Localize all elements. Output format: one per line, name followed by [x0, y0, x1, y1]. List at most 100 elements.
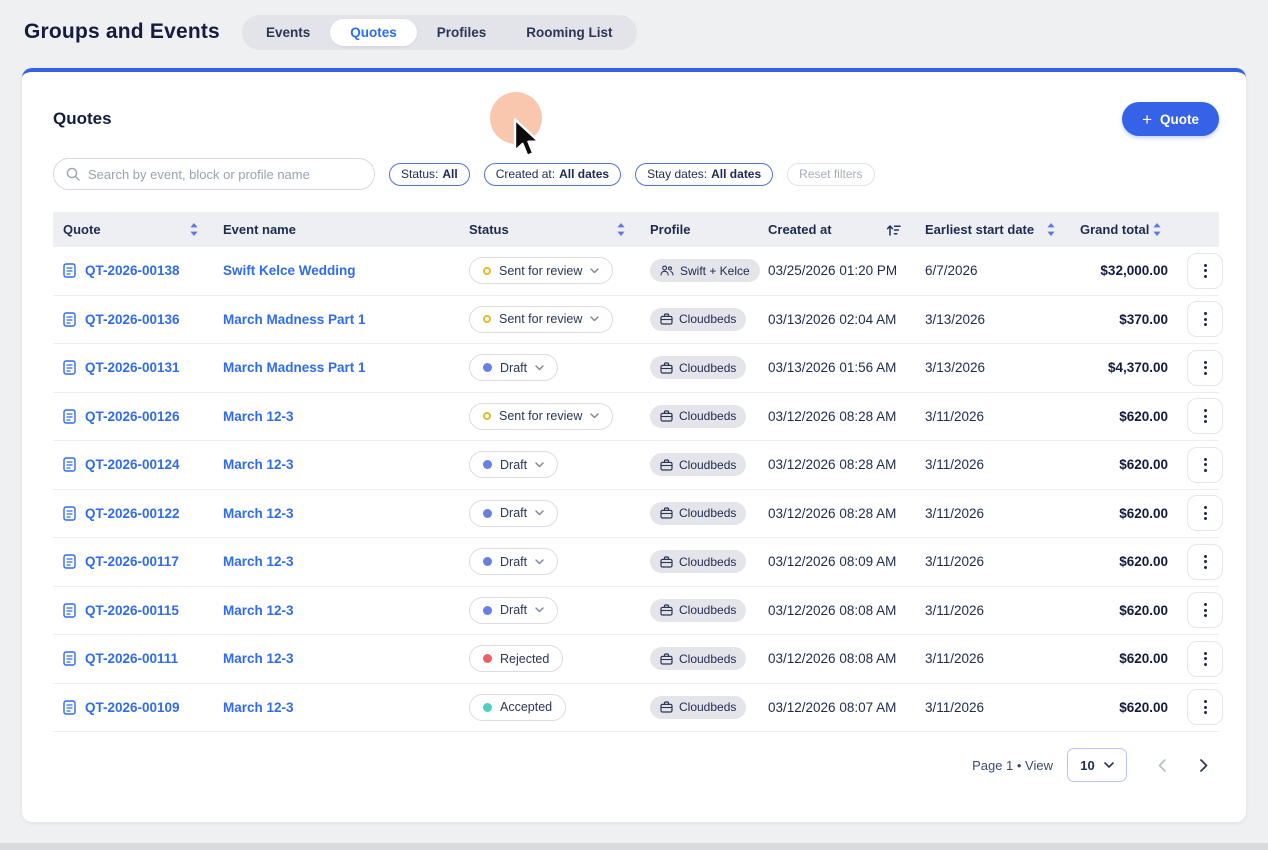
status-chevron-icon: [535, 365, 544, 371]
status-dot: [483, 460, 492, 469]
status-chevron-icon: [535, 462, 544, 468]
next-page-button[interactable]: [1189, 750, 1219, 780]
status-dropdown[interactable]: Draft: [469, 451, 558, 478]
quote-id-link[interactable]: QT-2026-00131: [85, 360, 180, 375]
status-label: Draft: [500, 361, 527, 375]
status-dropdown[interactable]: Accepted: [469, 694, 566, 721]
status-chevron-icon: [590, 413, 599, 419]
pagination-label: Page 1 • View: [972, 758, 1053, 773]
search-input[interactable]: [88, 167, 362, 182]
column-header-grand-total[interactable]: Grand total: [1070, 212, 1176, 247]
filter-chip-created-at[interactable]: Created at: All dates: [484, 163, 621, 186]
quote-document-icon: [63, 312, 76, 327]
created-at-value: 03/12/2026 08:08 AM: [758, 603, 915, 618]
kebab-menu-icon[interactable]: [1187, 544, 1223, 580]
quote-id-link[interactable]: QT-2026-00136: [85, 312, 180, 327]
column-header-actions: [1176, 212, 1223, 247]
event-name-link[interactable]: March 12-3: [223, 651, 294, 666]
column-header-event-name: Event name: [213, 212, 459, 247]
filter-chip-created-at-label: Created at:: [496, 167, 555, 181]
event-name-link[interactable]: Swift Kelce Wedding: [223, 263, 356, 278]
page-size-select[interactable]: 10: [1067, 748, 1127, 782]
quote-id-link[interactable]: QT-2026-00122: [85, 506, 180, 521]
status-label: Draft: [500, 603, 527, 617]
event-name-link[interactable]: March Madness Part 1: [223, 312, 366, 327]
earliest-start-date-value: 3/13/2026: [915, 360, 1070, 375]
created-at-value: 03/12/2026 08:28 AM: [758, 457, 915, 472]
created-at-value: 03/25/2026 01:20 PM: [758, 263, 915, 278]
briefcase-icon: [660, 313, 673, 325]
profile-badge: Cloudbeds: [650, 405, 746, 428]
top-bar: Groups and Events Events Quotes Profiles…: [0, 0, 1268, 64]
kebab-menu-icon[interactable]: [1187, 495, 1223, 531]
status-dropdown[interactable]: Sent for review: [469, 257, 613, 284]
status-label: Sent for review: [499, 264, 582, 278]
filter-chip-stay-dates[interactable]: Stay dates: All dates: [635, 163, 773, 186]
kebab-menu-icon[interactable]: [1187, 641, 1223, 677]
event-name-link[interactable]: March 12-3: [223, 457, 294, 472]
created-at-value: 03/12/2026 08:28 AM: [758, 506, 915, 521]
column-header-earliest-start-date[interactable]: Earliest start date: [915, 212, 1070, 247]
earliest-start-date-value: 3/11/2026: [915, 651, 1070, 666]
kebab-menu-icon[interactable]: [1187, 253, 1223, 289]
tab-quotes[interactable]: Quotes: [330, 19, 417, 46]
event-name-link[interactable]: March 12-3: [223, 554, 294, 569]
kebab-menu-icon[interactable]: [1187, 447, 1223, 483]
event-name-link[interactable]: March 12-3: [223, 409, 294, 424]
grand-total-value: $620.00: [1070, 603, 1176, 618]
status-dropdown[interactable]: Sent for review: [469, 403, 613, 430]
quote-id-link[interactable]: QT-2026-00138: [85, 263, 180, 278]
quote-id-link[interactable]: QT-2026-00117: [85, 554, 179, 569]
tab-rooming-list[interactable]: Rooming List: [506, 19, 632, 46]
people-icon: [660, 265, 674, 276]
status-dropdown[interactable]: Draft: [469, 354, 558, 381]
tab-profiles[interactable]: Profiles: [417, 19, 507, 46]
status-dropdown[interactable]: Rejected: [469, 645, 563, 672]
status-dropdown[interactable]: Draft: [469, 548, 558, 575]
grand-total-value: $620.00: [1070, 506, 1176, 521]
table-row: QT-2026-00109 March 12-3 Accepted Cloudb…: [53, 684, 1219, 733]
kebab-menu-icon[interactable]: [1187, 301, 1223, 337]
column-header-created-at[interactable]: Created at: [758, 212, 915, 247]
kebab-menu-icon[interactable]: [1187, 398, 1223, 434]
event-name-link[interactable]: March Madness Part 1: [223, 360, 366, 375]
status-dropdown[interactable]: Draft: [469, 500, 558, 527]
event-name-link[interactable]: March 12-3: [223, 700, 294, 715]
tab-events[interactable]: Events: [246, 19, 330, 46]
event-name-link[interactable]: March 12-3: [223, 603, 294, 618]
sort-updown-icon: [1046, 222, 1056, 237]
new-quote-button[interactable]: + Quote: [1122, 102, 1219, 136]
quote-id-link[interactable]: QT-2026-00109: [85, 700, 180, 715]
profile-name: Cloudbeds: [679, 506, 736, 520]
earliest-start-date-value: 3/11/2026: [915, 554, 1070, 569]
previous-page-button[interactable]: [1147, 750, 1177, 780]
table-row: QT-2026-00122 March 12-3 Draft Cloudbeds…: [53, 490, 1219, 539]
filter-chip-status[interactable]: Status: All: [389, 163, 470, 186]
briefcase-icon: [660, 362, 673, 374]
reset-filters-button[interactable]: Reset filters: [787, 163, 874, 186]
kebab-menu-icon[interactable]: [1187, 689, 1223, 725]
profile-badge: Cloudbeds: [650, 502, 746, 525]
table-row: QT-2026-00111 March 12-3 Rejected Cloudb…: [53, 635, 1219, 684]
quote-id-link[interactable]: QT-2026-00126: [85, 409, 180, 424]
event-name-link[interactable]: March 12-3: [223, 506, 294, 521]
kebab-menu-icon[interactable]: [1187, 592, 1223, 628]
plus-icon: +: [1142, 111, 1152, 128]
column-header-profile: Profile: [640, 212, 758, 247]
quote-id-link[interactable]: QT-2026-00115: [85, 603, 179, 618]
status-dot: [483, 509, 492, 518]
table-row: QT-2026-00136 March Madness Part 1 Sent …: [53, 296, 1219, 345]
quote-id-link[interactable]: QT-2026-00111: [85, 651, 178, 666]
column-header-quote[interactable]: Quote: [53, 212, 213, 247]
filter-chip-stay-dates-label: Stay dates:: [647, 167, 707, 181]
column-header-status[interactable]: Status: [459, 212, 640, 247]
sort-descending-icon: [886, 223, 901, 237]
kebab-menu-icon[interactable]: [1187, 350, 1223, 386]
status-dropdown[interactable]: Sent for review: [469, 306, 613, 333]
profile-badge: Cloudbeds: [650, 550, 746, 573]
briefcase-icon: [660, 459, 673, 471]
quote-document-icon: [63, 700, 76, 715]
status-dropdown[interactable]: Draft: [469, 597, 558, 624]
status-dot: [483, 703, 492, 712]
quote-id-link[interactable]: QT-2026-00124: [85, 457, 180, 472]
